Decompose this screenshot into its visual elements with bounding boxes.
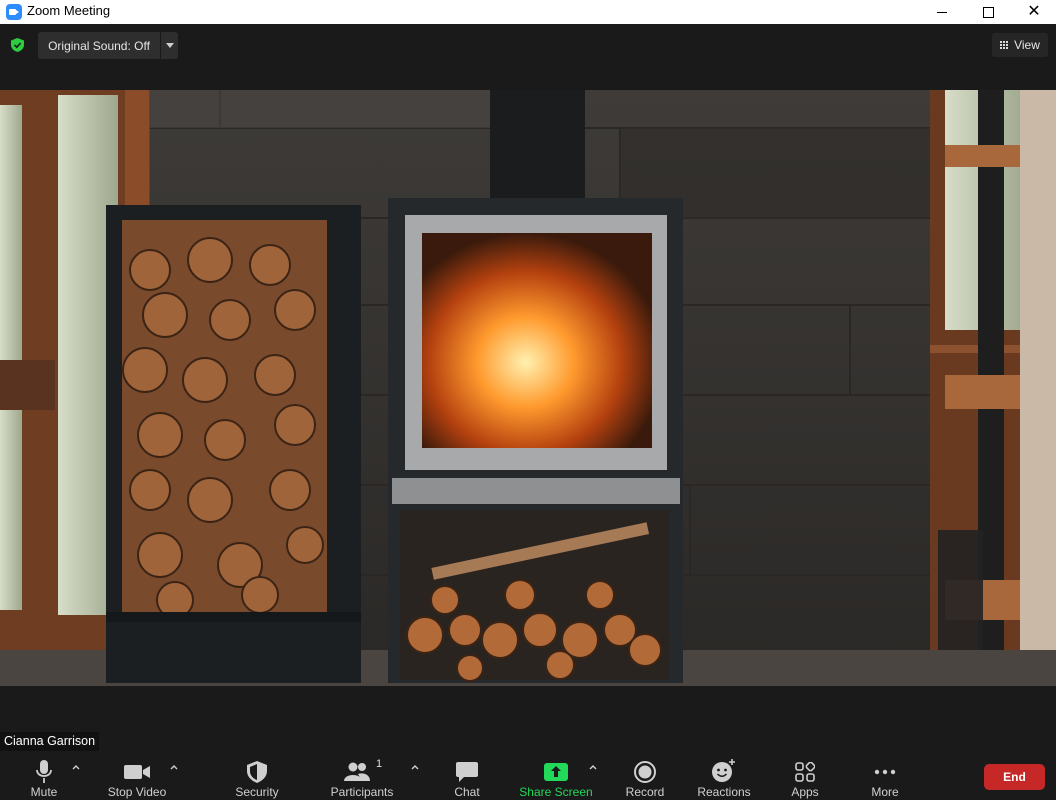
participants-button[interactable]: 1 Participants <box>328 752 396 800</box>
participants-icon: 1 <box>343 752 383 784</box>
reactions-button[interactable]: Reactions <box>695 752 753 800</box>
chat-label: Chat <box>454 785 480 799</box>
view-label: View <box>1014 38 1040 52</box>
original-sound-label: Original Sound: Off <box>48 38 150 53</box>
share-screen-button[interactable]: Share Screen <box>518 752 594 800</box>
apps-icon <box>795 752 815 784</box>
stop-video-button[interactable]: Stop Video <box>103 752 171 800</box>
mute-label: Mute <box>30 785 58 799</box>
video-options-chevron-up-icon[interactable] <box>169 762 179 772</box>
participant-name-tag: Cianna Garrison <box>0 732 100 751</box>
record-label: Record <box>625 785 665 799</box>
share-screen-icon <box>544 752 568 784</box>
close-button[interactable]: ✕ <box>1011 0 1056 24</box>
participant-video[interactable] <box>0 90 1056 686</box>
minimize-icon <box>937 11 947 13</box>
maximize-icon <box>982 6 994 18</box>
security-button[interactable]: Security <box>230 752 284 800</box>
end-meeting-button[interactable]: End <box>984 764 1045 790</box>
maximize-button[interactable] <box>965 0 1011 24</box>
chat-bubble-icon <box>456 752 478 784</box>
mute-options-chevron-up-icon[interactable] <box>71 762 81 772</box>
view-button[interactable]: View <box>992 33 1048 57</box>
window-title: Zoom Meeting <box>27 3 111 18</box>
more-label: More <box>871 785 899 799</box>
minimize-button[interactable] <box>919 0 965 24</box>
chevron-down-icon <box>165 43 174 48</box>
apps-button[interactable]: Apps <box>785 752 825 800</box>
security-label: Security <box>235 785 279 799</box>
reactions-label: Reactions <box>697 785 751 799</box>
stop-video-label: Stop Video <box>107 785 167 799</box>
video-camera-icon <box>124 752 150 784</box>
participants-options-chevron-up-icon[interactable] <box>410 762 420 772</box>
record-button[interactable]: Record <box>622 752 668 800</box>
zoom-app-icon <box>6 4 22 20</box>
window-titlebar: Zoom Meeting ✕ <box>0 0 1056 24</box>
mute-button[interactable]: Mute <box>22 752 66 800</box>
security-shield-icon <box>247 752 267 784</box>
participants-count: 1 <box>375 758 383 770</box>
microphone-icon <box>36 752 52 784</box>
close-icon: ✕ <box>1027 3 1041 20</box>
record-icon <box>634 752 656 784</box>
share-screen-label: Share Screen <box>519 785 593 799</box>
smiley-plus-icon <box>711 752 737 784</box>
video-frame-image <box>0 90 1056 686</box>
grid-view-icon <box>1000 40 1009 50</box>
original-sound-dropdown[interactable] <box>160 32 178 59</box>
end-label: End <box>1003 770 1026 784</box>
original-sound-button[interactable]: Original Sound: Off <box>38 32 160 59</box>
participants-label: Participants <box>330 785 394 799</box>
share-options-chevron-up-icon[interactable] <box>588 762 598 772</box>
more-dots-icon <box>874 752 896 784</box>
chat-button[interactable]: Chat <box>447 752 487 800</box>
more-button[interactable]: More <box>864 752 906 800</box>
encryption-shield-icon[interactable] <box>11 38 24 52</box>
apps-label: Apps <box>791 785 819 799</box>
